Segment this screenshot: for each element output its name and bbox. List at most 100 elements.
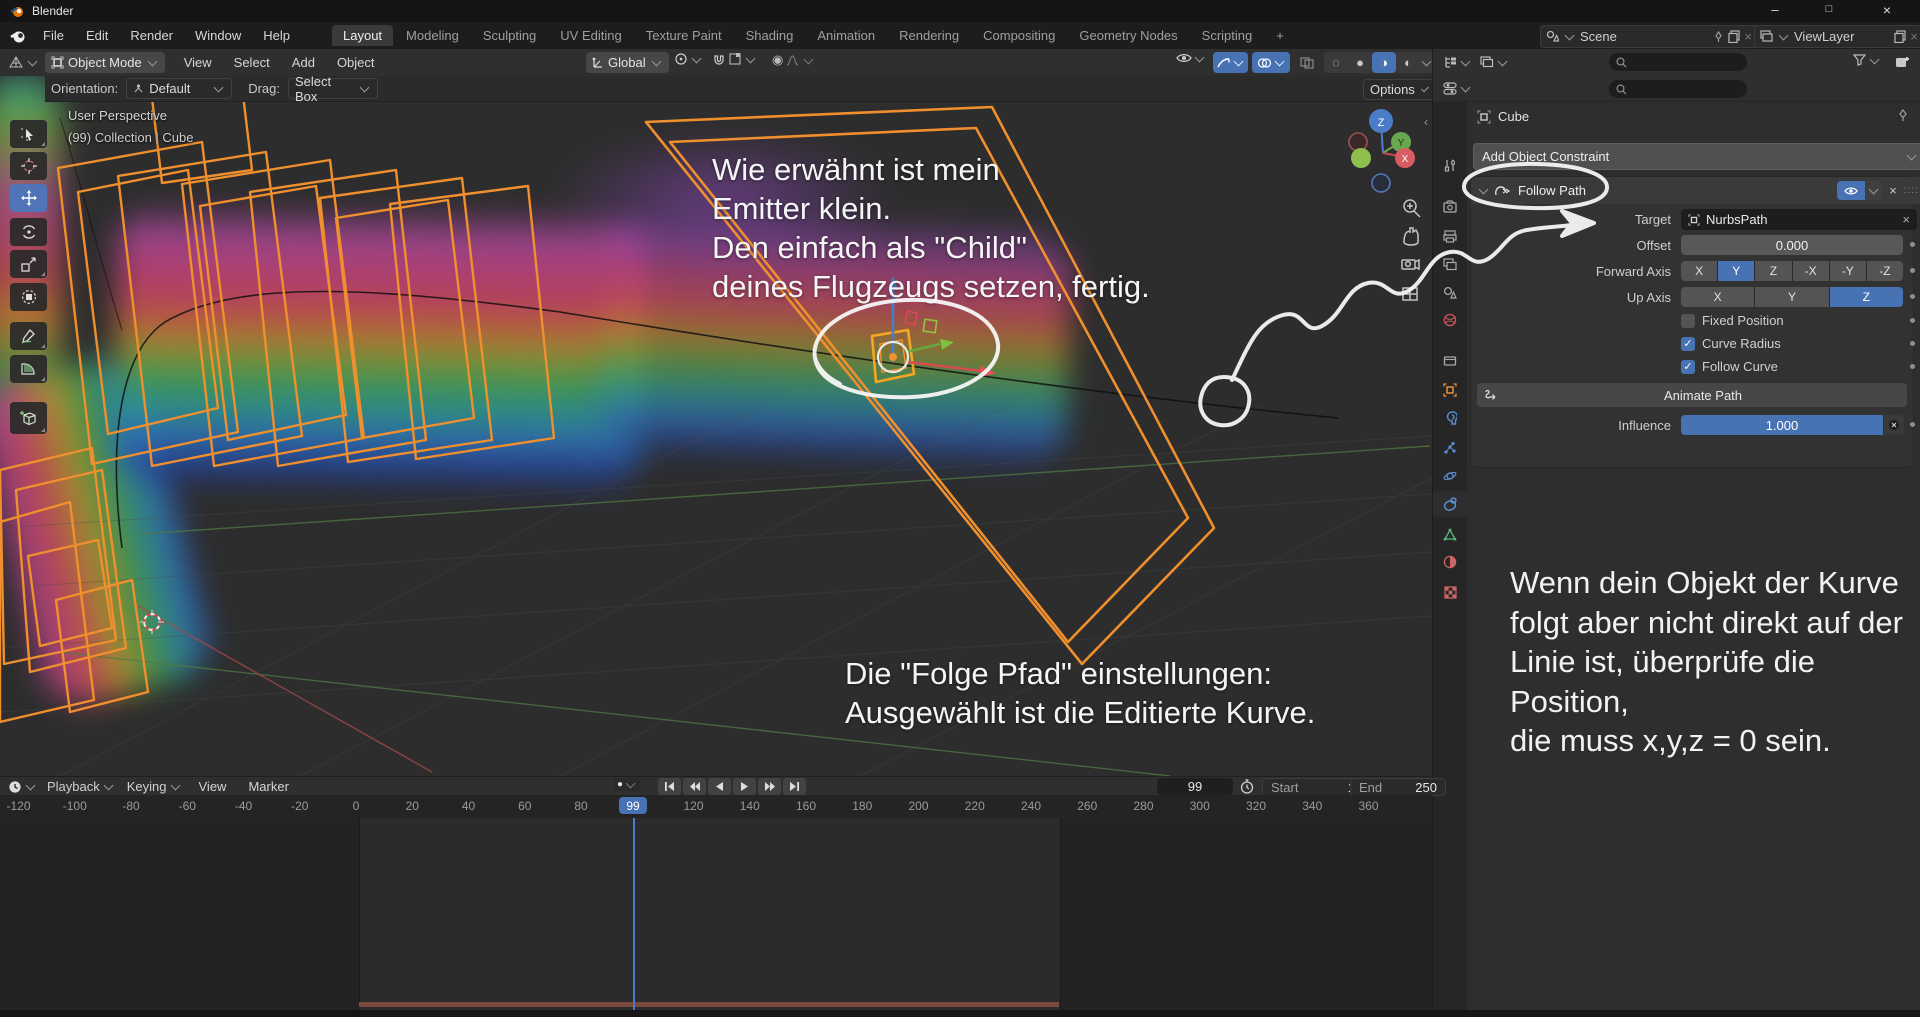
tab-tool[interactable] xyxy=(1433,153,1467,179)
tab-constraints[interactable] xyxy=(1433,491,1467,517)
menu-render[interactable]: Render xyxy=(119,28,184,43)
shading-rendered-icon[interactable]: ◐ xyxy=(1396,52,1420,73)
marker-menu[interactable]: Marker xyxy=(237,779,299,794)
next-keyframe-button[interactable] xyxy=(758,778,781,795)
keying-menu[interactable]: Keying xyxy=(127,779,182,794)
influence-slider[interactable]: 1.000 xyxy=(1681,415,1883,435)
animate-dot[interactable] xyxy=(1910,422,1915,427)
viewport-3d[interactable]: Z Y X ‹ User Perspective (99) Collection… xyxy=(0,76,1432,776)
fixed-position-row[interactable]: Fixed Position xyxy=(1681,313,1784,328)
tab-world[interactable] xyxy=(1433,307,1467,333)
curve-radius-checkbox[interactable]: ✓ xyxy=(1681,337,1695,351)
workspace-tab-uv-editing[interactable]: UV Editing xyxy=(549,25,632,46)
remove-view-layer-icon[interactable]: × xyxy=(1910,29,1918,44)
workspace-tab-layout[interactable]: Layout xyxy=(332,25,393,46)
xray-toggle[interactable] xyxy=(1295,52,1319,73)
target-field[interactable]: NurbsPath × xyxy=(1681,209,1917,230)
end-frame-field[interactable]: End 250 xyxy=(1350,778,1446,796)
menu-help[interactable]: Help xyxy=(252,28,301,43)
follow-curve-checkbox[interactable]: ✓ xyxy=(1681,360,1695,374)
workspace-tab-geometry-nodes[interactable]: Geometry Nodes xyxy=(1068,25,1188,46)
shading-options-chevron[interactable] xyxy=(1422,57,1432,67)
play-reverse-button[interactable] xyxy=(708,778,731,795)
transform-orientation-selector[interactable]: Global xyxy=(586,52,669,73)
close-button[interactable]: × xyxy=(1862,2,1912,18)
jump-to-end-button[interactable] xyxy=(783,778,806,795)
outliner-filter-display[interactable] xyxy=(1480,56,1509,69)
tool-rotate[interactable] xyxy=(10,218,47,246)
view-layer-selector[interactable]: ViewLayer × xyxy=(1754,25,1920,48)
workspace-tab-modeling[interactable]: Modeling xyxy=(395,25,470,46)
tool-move[interactable] xyxy=(10,184,47,212)
snap-controls[interactable] xyxy=(712,52,757,66)
shading-material-icon[interactable]: ◑ xyxy=(1372,52,1396,73)
view-menu[interactable]: View xyxy=(188,779,238,794)
clear-target-icon[interactable]: × xyxy=(1902,212,1910,227)
menu-file[interactable]: File xyxy=(32,28,75,43)
constraint-name[interactable]: Follow Path xyxy=(1518,183,1586,198)
timeline-content[interactable] xyxy=(0,818,1432,1010)
axis-option-z[interactable]: Z xyxy=(1755,261,1791,281)
tool-transform[interactable] xyxy=(10,283,47,311)
timeline-editor-type[interactable] xyxy=(8,780,37,794)
tool-add-cube[interactable] xyxy=(10,402,47,434)
animate-dot[interactable] xyxy=(1910,268,1915,273)
shading-wireframe-icon[interactable]: ◌ xyxy=(1324,52,1348,73)
axis-option--z[interactable]: -Z xyxy=(1867,261,1903,281)
menu-view[interactable]: View xyxy=(173,55,223,70)
expand-chevron-icon[interactable] xyxy=(1479,185,1489,195)
scene-name[interactable]: Scene xyxy=(1580,29,1709,44)
jump-to-start-button[interactable] xyxy=(658,778,681,795)
tool-scale[interactable] xyxy=(10,250,47,278)
overlays-toggle[interactable] xyxy=(1252,52,1290,73)
tab-material[interactable] xyxy=(1433,549,1467,575)
influence-decorator-button[interactable] xyxy=(1884,415,1904,435)
view-layer-name[interactable]: ViewLayer xyxy=(1794,29,1890,44)
menu-object[interactable]: Object xyxy=(326,55,386,70)
tab-texture[interactable] xyxy=(1433,579,1467,605)
mode-selector[interactable]: Object Mode xyxy=(45,52,165,73)
tab-physics[interactable] xyxy=(1433,463,1467,489)
drag-dropdown[interactable]: Select Box xyxy=(288,78,378,99)
curve-radius-row[interactable]: ✓ Curve Radius xyxy=(1681,336,1781,351)
animate-dot[interactable] xyxy=(1910,294,1915,299)
animate-dot[interactable] xyxy=(1910,341,1915,346)
axis-option-x[interactable]: X xyxy=(1681,287,1754,307)
fixed-position-checkbox[interactable] xyxy=(1681,314,1695,328)
pin-icon[interactable] xyxy=(1713,31,1724,43)
menu-window[interactable]: Window xyxy=(184,28,252,43)
menu-edit[interactable]: Edit xyxy=(75,28,119,43)
follow-curve-row[interactable]: ✓ Follow Curve xyxy=(1681,359,1778,374)
visibility-dropdown[interactable] xyxy=(1176,52,1206,64)
outliner-display-mode[interactable] xyxy=(1443,56,1472,69)
menu-select[interactable]: Select xyxy=(223,55,281,70)
axis-option-z[interactable]: Z xyxy=(1830,287,1903,307)
constraint-extras-dropdown[interactable] xyxy=(1865,181,1882,200)
workspace-tab-texture-paint[interactable]: Texture Paint xyxy=(635,25,733,46)
maximize-button[interactable]: □ xyxy=(1806,3,1852,15)
pivot-point-selector[interactable] xyxy=(674,52,703,66)
proportional-edit-controls[interactable]: ◉ xyxy=(772,52,815,68)
collapse-panel-arrow[interactable]: ‹ xyxy=(1424,115,1428,129)
pin-icon[interactable] xyxy=(1897,109,1909,122)
outliner-filter-button[interactable] xyxy=(1853,54,1881,66)
timeline-ruler[interactable]: -120-100-80-60-40-2002040608012014016018… xyxy=(0,795,1432,819)
new-collection-icon[interactable] xyxy=(1895,55,1910,69)
gizmos-toggle[interactable] xyxy=(1213,52,1248,73)
tab-output[interactable] xyxy=(1433,223,1467,249)
offset-field[interactable]: 0.000 xyxy=(1681,235,1903,255)
add-constraint-button[interactable]: Add Object Constraint xyxy=(1473,143,1920,170)
workspace-tab-shading[interactable]: Shading xyxy=(735,25,805,46)
playback-menu[interactable]: Playback xyxy=(47,779,115,794)
current-frame-field[interactable]: 99 xyxy=(1157,778,1233,795)
drag-handle-icon[interactable]: :::: xyxy=(1904,185,1919,196)
new-copy-icon[interactable] xyxy=(1728,30,1740,43)
tool-select-box[interactable] xyxy=(10,120,47,148)
tool-annotate[interactable] xyxy=(10,322,47,350)
tab-object[interactable] xyxy=(1433,377,1467,403)
options-dropdown[interactable]: Options xyxy=(1363,79,1437,100)
tool-measure[interactable] xyxy=(10,355,47,383)
tool-cursor[interactable] xyxy=(10,152,47,180)
tab-view-layer[interactable] xyxy=(1433,251,1467,277)
tab-object-data[interactable] xyxy=(1433,521,1467,547)
